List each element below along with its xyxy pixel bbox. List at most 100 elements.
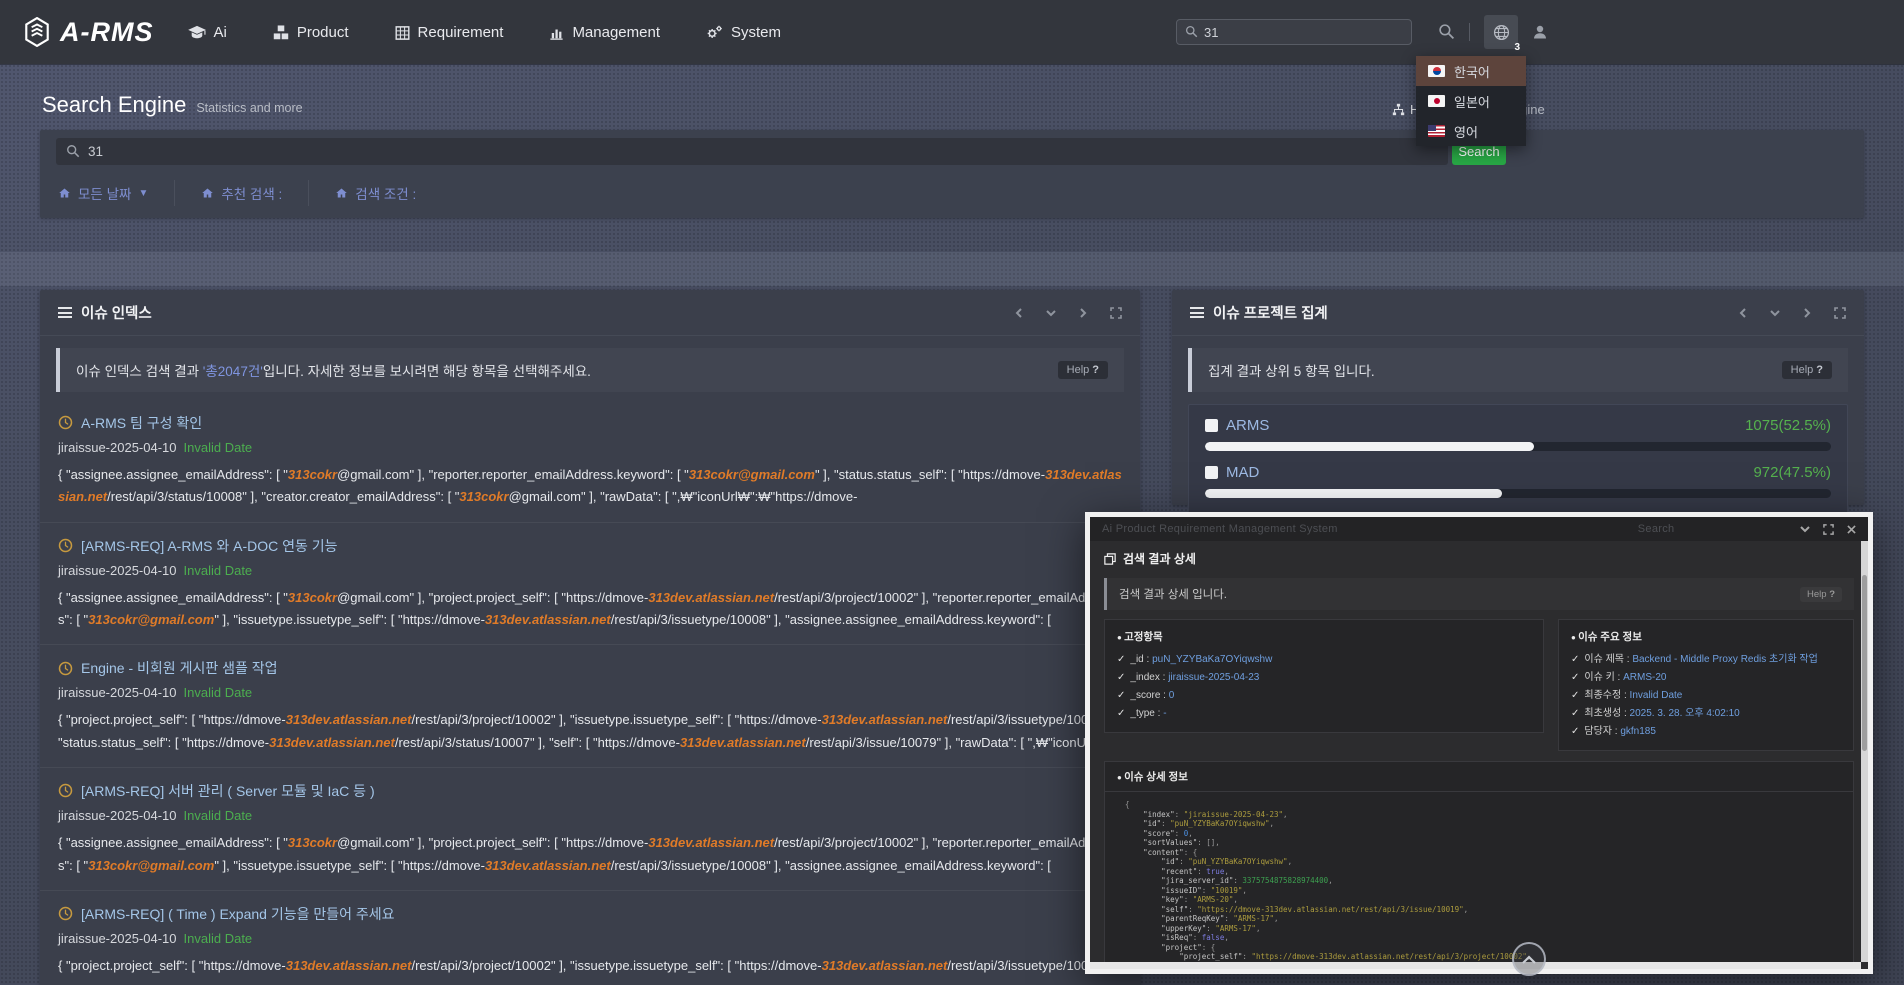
- filter-all-dates[interactable]: 모든 날짜 ▼: [56, 183, 174, 203]
- kv-row: ✓이슈 키 : ARMS-20: [1571, 669, 1841, 687]
- navbar-search-box[interactable]: [1176, 19, 1412, 45]
- checkbox-icon[interactable]: [1205, 419, 1218, 432]
- help-badge[interactable]: Help ?: [1800, 587, 1842, 602]
- result-count-link[interactable]: '총2047건': [203, 364, 263, 379]
- chevron-left-icon[interactable]: [1014, 308, 1024, 318]
- issue-list-item: Engine - 비회원 게시판 샘플 작업jiraissue-2025-04-…: [40, 644, 1140, 767]
- modal-vertical-scrollbar[interactable]: [1861, 541, 1868, 962]
- menu-item-system[interactable]: System: [706, 24, 781, 41]
- gears-icon: [706, 24, 723, 41]
- filter-search-conditions[interactable]: 검색 조건 :: [309, 183, 442, 203]
- graduation-cap-icon: [188, 24, 206, 41]
- navbar-search-input[interactable]: [1204, 25, 1394, 40]
- chevron-down-icon: ▼: [138, 188, 148, 199]
- chevron-down-icon[interactable]: [1770, 308, 1780, 318]
- page-title: Search Engine: [42, 92, 186, 118]
- lang-item-korean[interactable]: 한국어: [1416, 56, 1526, 86]
- issue-date: Invalid Date: [184, 685, 253, 700]
- bar-chart-icon: [549, 24, 564, 41]
- menu-item-requirement[interactable]: Requirement: [395, 24, 504, 41]
- issue-title-link[interactable]: [ARMS-REQ] 서버 관리 ( Server 모듈 및 IaC 등 ): [81, 781, 375, 801]
- brand-logo[interactable]: A-RMS: [24, 17, 154, 48]
- language-globe-button[interactable]: 3: [1484, 15, 1518, 49]
- chevron-down-icon[interactable]: [1046, 308, 1056, 318]
- close-icon[interactable]: [1847, 525, 1856, 534]
- lang-item-english[interactable]: 영어: [1416, 116, 1526, 146]
- issue-title-link[interactable]: Engine - 비회원 게시판 샘플 작업: [81, 658, 278, 678]
- ghost-nav-text: Ai Product Requirement Management System: [1102, 523, 1338, 535]
- collapse-icon[interactable]: [1800, 524, 1810, 534]
- modal-horizontal-scrollbar[interactable]: [1090, 962, 1861, 969]
- search-icon: [1185, 23, 1198, 41]
- modal-controls: [1800, 524, 1856, 535]
- issue-detail-json-code[interactable]: { "index": "jiraissue-2025-04-23", "id":…: [1105, 792, 1853, 974]
- check-icon: ✓: [1571, 708, 1579, 719]
- question-icon: ?: [1092, 364, 1099, 376]
- menu-item-management[interactable]: Management: [549, 24, 660, 41]
- issue-type-icon: [58, 905, 73, 923]
- issue-list-item: [ARMS-REQ] A-RMS 와 A-DOC 연동 기능jiraissue-…: [40, 522, 1140, 645]
- window-icon: [1104, 552, 1116, 566]
- issue-source: jiraissue-2025-04-10: [58, 440, 177, 455]
- help-badge[interactable]: Help?: [1058, 361, 1108, 379]
- chevron-left-icon[interactable]: [1738, 308, 1748, 318]
- main-search-input[interactable]: [88, 144, 1418, 159]
- user-icon[interactable]: [1532, 23, 1548, 41]
- chevron-right-icon[interactable]: [1078, 308, 1088, 318]
- issue-source: jiraissue-2025-04-10: [58, 931, 177, 946]
- search-icon[interactable]: [1438, 23, 1455, 41]
- menu-item-product[interactable]: Product: [273, 24, 349, 41]
- hamburger-icon: [1190, 307, 1204, 318]
- issue-info-box: 이슈 주요 정보 ✓이슈 제목 : Backend - Middle Proxy…: [1558, 619, 1854, 751]
- agg-project-label[interactable]: MAD: [1226, 464, 1259, 481]
- issue-json-preview: { "assignee.assignee_emailAddress": [ "3…: [58, 587, 1122, 632]
- issue-json-preview: { "assignee.assignee_emailAddress": [ "3…: [58, 464, 1122, 509]
- search-result-detail-modal: Ai Product Requirement Management System…: [1085, 512, 1873, 974]
- modal-title: 검색 결과 상세: [1123, 550, 1196, 567]
- question-icon: ?: [1829, 589, 1835, 600]
- modal-title-row: 검색 결과 상세: [1090, 541, 1868, 569]
- search-panel: Search 모든 날짜 ▼ 추천 검색 : 검색 조건 :: [40, 130, 1864, 218]
- fixed-fields-box: 고정항목 ✓_id : puN_YZYBaKa7OYiqwshw✓_index …: [1104, 619, 1544, 733]
- chevron-right-icon[interactable]: [1802, 308, 1812, 318]
- menu-item-ai[interactable]: Ai: [188, 24, 227, 41]
- check-icon: ✓: [1117, 690, 1125, 701]
- expand-icon[interactable]: [1834, 307, 1846, 319]
- issue-type-icon: [58, 782, 73, 800]
- expand-icon[interactable]: [1823, 524, 1834, 535]
- issue-source: jiraissue-2025-04-10: [58, 808, 177, 823]
- scrollbar-thumb[interactable]: [1862, 575, 1867, 752]
- check-icon: ✓: [1117, 654, 1125, 665]
- project-agg-title: 이슈 프로젝트 집계: [1213, 302, 1328, 323]
- issue-index-panel: 이슈 인덱스 이슈 인덱스 검색 결과 '총2047건'입니다. 자세한 정보를…: [40, 290, 1140, 985]
- language-dropdown: 한국어 일본어 영어: [1416, 56, 1526, 146]
- kv-row: ✓_type : -: [1117, 705, 1531, 723]
- project-agg-notice: 집계 결과 상위 5 항목 입니다. Help?: [1188, 348, 1848, 392]
- issue-json-preview: { "project.project_self": [ "https://dmo…: [58, 955, 1122, 977]
- agg-project-value: 1075(52.5%): [1745, 417, 1831, 434]
- background-highlight-band: [0, 252, 1904, 286]
- kv-row: ✓_score : 0: [1117, 687, 1531, 705]
- chevron-up-icon: [1522, 955, 1536, 964]
- main-menu: Ai Product Requirement Management System: [188, 24, 782, 41]
- filter-suggested-search[interactable]: 추천 검색 :: [175, 183, 308, 203]
- checkbox-icon[interactable]: [1205, 466, 1218, 479]
- issue-title-link[interactable]: [ARMS-REQ] ( Time ) Expand 기능을 만들어 주세요: [81, 904, 395, 924]
- expand-icon[interactable]: [1110, 307, 1122, 319]
- project-agg-panel: 이슈 프로젝트 집계 집계 결과 상위 5 항목 입니다. Help? ARMS…: [1172, 290, 1864, 505]
- issue-list-item: [ARMS-REQ] ( Time ) Expand 기능을 만들어 주세요 ji…: [40, 890, 1140, 985]
- issue-list-item: A-RMS 팀 구성 확인jiraissue-2025-04-10Invalid…: [40, 400, 1140, 522]
- help-badge[interactable]: Help?: [1782, 361, 1832, 379]
- lang-item-japanese[interactable]: 일본어: [1416, 86, 1526, 116]
- issue-title-link[interactable]: [ARMS-REQ] A-RMS 와 A-DOC 연동 기능: [81, 536, 338, 556]
- issue-date: Invalid Date: [184, 931, 253, 946]
- hamburger-icon: [58, 307, 72, 318]
- scroll-to-top-button[interactable]: [1512, 942, 1546, 976]
- main-search-box[interactable]: [56, 138, 1448, 165]
- issue-json-preview: { "assignee.assignee_emailAddress": [ "3…: [58, 832, 1122, 877]
- ghost-search-text: Search: [1638, 523, 1675, 535]
- kv-row: ✓_index : jiraissue-2025-04-23: [1117, 669, 1531, 687]
- issue-title-link[interactable]: A-RMS 팀 구성 확인: [81, 413, 202, 433]
- agg-project-label[interactable]: ARMS: [1226, 417, 1269, 434]
- question-icon: ?: [1816, 364, 1823, 376]
